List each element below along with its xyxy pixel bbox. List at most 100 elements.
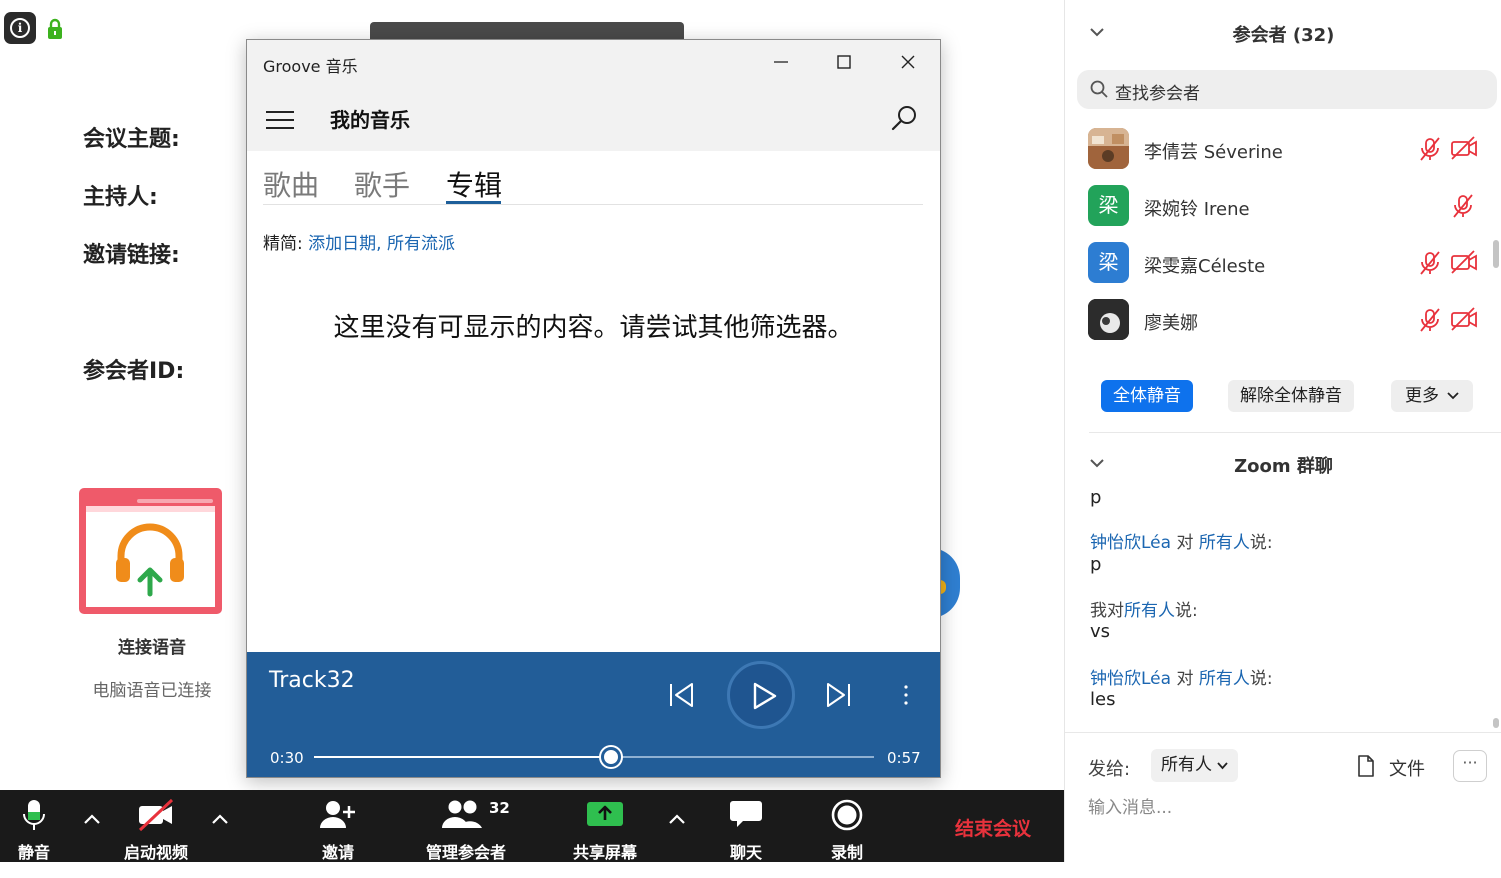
mic-muted-icon[interactable] [1452,193,1474,219]
participant-row[interactable]: 廖美娜 [1088,299,1488,343]
chat-message: les [1090,689,1116,710]
record-button[interactable]: 录制 [815,790,879,862]
search-icon [1090,80,1108,98]
chat-says: 说: [1249,533,1273,553]
video-off-icon[interactable] [1450,136,1478,160]
more-button[interactable]: 更多 [1391,380,1473,412]
file-label: 文件 [1389,759,1425,780]
chat-sender-line: 钟怡欣Léa 对 所有人说: [1090,664,1273,689]
next-track-icon[interactable] [823,681,853,709]
info-icon[interactable]: i [4,12,36,44]
seek-thumb[interactable] [600,747,621,767]
play-button[interactable] [727,661,795,729]
send-to-value: 所有人 [1161,755,1212,775]
chat-button[interactable]: 聊天 [714,790,778,862]
filter-label: 精简: [263,234,303,254]
empty-state-message: 这里没有可显示的内容。请尝试其他筛选器。 [333,313,854,343]
video-options-chevron-up-icon[interactable] [210,812,230,826]
participant-search-input[interactable]: 查找参会者 [1077,70,1497,109]
mic-muted-icon[interactable] [1419,250,1441,276]
share-screen-label: 共享屏幕 [572,843,637,862]
lock-icon[interactable] [47,18,63,40]
participants-icon [442,800,482,828]
category-tabs: 歌曲 歌手 专辑 [263,164,923,205]
end-meeting-button[interactable]: 结束会议 [955,814,1031,841]
mic-muted-icon[interactable] [1419,307,1441,333]
audio-status-text: 电脑语音已连接 [92,681,212,701]
participant-id-label: 参会者ID: [83,359,185,384]
previous-track-icon[interactable] [667,681,697,709]
send-to-select[interactable]: 所有人 [1151,749,1238,782]
send-file-button[interactable]: 文件 [1357,755,1425,781]
search-icon[interactable] [890,104,918,132]
groove-music-window: Groove 音乐 我的音乐 歌曲 歌手 专辑 精简: 添加日期, 所有流派 这… [246,39,941,778]
current-time: 0:30 [270,749,304,767]
connect-audio-label[interactable]: 连接语音 [80,633,224,658]
track-title: Track32 [269,668,355,693]
tab-artists[interactable]: 歌手 [354,164,410,204]
taskbar-strip [0,862,1064,878]
chat-sender-line: 我对所有人说: [1090,596,1198,621]
tab-albums[interactable]: 专辑 [446,164,502,204]
app-header: 我的音乐 [247,84,940,151]
share-options-chevron-up-icon[interactable] [667,812,687,826]
maximize-button[interactable] [813,40,875,84]
play-icon [753,682,777,710]
participant-row[interactable]: 李倩芸 Séverine [1088,128,1488,172]
unmute-all-button[interactable]: 解除全体静音 [1228,380,1354,412]
avatar [1088,128,1129,169]
hamburger-menu-icon[interactable] [266,111,294,129]
chat-recipient[interactable]: 所有人 [1199,533,1250,553]
side-panel: 参会者 (32) 查找参会者 李倩芸 Séverine 梁 梁婉铃 Irene … [1064,0,1501,862]
avatar: 梁 [1088,242,1129,283]
window-title: Groove 音乐 [263,57,358,76]
chat-says: 说: [1249,669,1273,689]
meeting-topic-label: 会议主题: [83,127,180,152]
more-options-icon[interactable] [901,683,911,707]
message-input[interactable]: 输入消息... [1088,793,1172,818]
start-video-button[interactable]: 启动视频 [118,790,194,862]
send-to-label: 发给: [1088,759,1131,780]
chat-sender-line: 钟怡欣Léa 对 所有人说: [1090,528,1273,553]
audio-options-chevron-up-icon[interactable] [82,812,102,826]
invite-button[interactable]: 邀请 [305,790,371,862]
participant-row[interactable]: 梁 梁雯嘉Céleste [1088,242,1488,286]
chat-scrollbar[interactable] [1493,718,1499,728]
chat-sender[interactable]: 钟怡欣Léa [1090,669,1171,689]
chat-to-word: 对 [1176,669,1194,689]
filter-link[interactable]: 添加日期, 所有流派 [308,234,455,254]
chat-says: 说: [1175,601,1198,621]
window-titlebar[interactable]: Groove 音乐 [247,40,940,84]
share-screen-button[interactable]: 共享屏幕 [565,790,645,862]
chat-recipient[interactable]: 所有人 [1199,669,1250,689]
more-label: 更多 [1405,386,1439,406]
mic-muted-icon[interactable] [1419,136,1441,162]
minimize-button[interactable] [750,40,812,84]
chat-sender: 我 [1090,601,1107,621]
participant-row[interactable]: 梁 梁婉铃 Irene [1088,185,1488,229]
participant-name: 李倩芸 Séverine [1144,142,1283,163]
tab-songs[interactable]: 歌曲 [263,164,319,204]
photo-avatar-icon [1088,299,1129,340]
chat-to-word: 对 [1176,533,1194,553]
mute-all-button[interactable]: 全体静音 [1101,380,1193,412]
video-off-icon[interactable] [1450,307,1478,331]
participants-scrollbar[interactable] [1493,240,1499,268]
share-screen-icon [587,802,623,826]
minimize-icon [774,61,788,63]
microphone-icon [23,800,45,830]
chat-sender[interactable]: 钟怡欣Léa [1090,533,1171,553]
chat-message: vs [1090,621,1111,642]
mute-button[interactable]: 静音 [0,790,68,862]
invite-label: 邀请 [321,843,354,862]
chat-input-divider [1065,732,1501,733]
chat-more-button[interactable]: ··· [1453,750,1487,782]
chat-recipient[interactable]: 所有人 [1124,601,1175,621]
seek-bar[interactable] [314,747,874,767]
video-off-icon[interactable] [1450,250,1478,274]
connect-audio-button[interactable] [79,488,222,614]
filter-bar: 精简: 添加日期, 所有流派 [263,229,455,254]
invite-link-label: 邀请链接: [83,243,180,268]
close-button[interactable] [877,40,939,84]
avatar [1088,299,1129,340]
